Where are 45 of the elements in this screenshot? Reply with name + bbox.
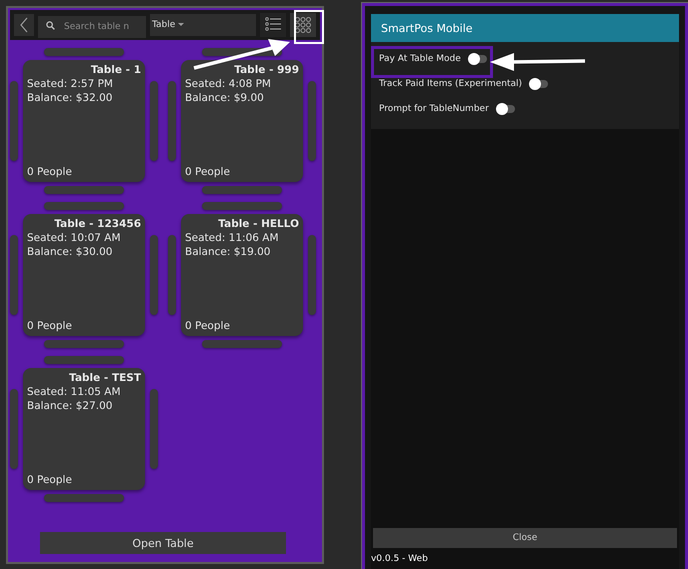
highlight-frame <box>294 10 324 44</box>
seated-time: Seated: 10:07 AM <box>27 232 122 244</box>
people-count: 0 People <box>27 166 73 178</box>
balance: Balance: $32.00 <box>27 92 114 104</box>
version-label: v0.0.5 - Web <box>370 554 429 566</box>
balance: Balance: $27.00 <box>27 400 114 412</box>
balance: Balance: $30.00 <box>27 246 114 258</box>
table-name: Table - HELLO <box>218 218 299 230</box>
balance: Balance: $9.00 <box>185 92 265 104</box>
seated-time: Seated: 2:57 PM <box>27 78 114 90</box>
seated-time: Seated: 4:08 PM <box>185 78 272 90</box>
setting-label: Pay At Table Mode <box>378 54 461 64</box>
table-card[interactable]: Table - 999 Seated: 4:08 PM Balance: $9.00 0 People <box>181 60 303 182</box>
people-count: 0 People <box>27 320 73 332</box>
chevron-left-icon <box>19 17 29 33</box>
seated-time: Seated: 11:06 AM <box>185 232 280 244</box>
table-name: Table - 123456 <box>54 218 141 230</box>
table-card[interactable]: Table - HELLO Seated: 11:06 AM Balance: $19.00 0 People <box>181 214 303 336</box>
toggle-switch[interactable] <box>468 54 487 62</box>
table-card[interactable]: Table - TEST Seated: 11:05 AM Balance: $27.00 0 People <box>23 368 145 490</box>
back-button[interactable] <box>14 14 34 36</box>
people-count: 0 People <box>185 166 231 178</box>
people-count: 0 People <box>185 320 231 332</box>
toggle-switch[interactable] <box>496 104 515 112</box>
filter-dropdown[interactable]: Table <box>150 14 256 36</box>
caret-icon <box>178 23 184 27</box>
grid-icon <box>294 17 311 33</box>
list-icon <box>264 17 281 33</box>
table-name: Table - TEST <box>69 372 141 384</box>
toggle-switch[interactable] <box>530 80 548 88</box>
dialog-title: SmartPos Mobile <box>370 14 679 42</box>
search-field[interactable]: Search table n <box>38 16 146 38</box>
close-button[interactable]: Close <box>372 528 677 548</box>
balance: Balance: $19.00 <box>185 246 272 258</box>
open-table-button[interactable]: Open Table <box>40 532 286 554</box>
setting-label: Track Paid Items (Experimental) <box>378 78 522 88</box>
view-button[interactable] <box>290 13 316 37</box>
table-name: Table - 1 <box>90 64 141 76</box>
setting-label: Prompt for TableNumber <box>378 104 489 114</box>
view-button[interactable] <box>260 13 286 37</box>
people-count: 0 People <box>27 474 73 486</box>
table-card[interactable]: Table - 1 Seated: 2:57 PM Balance: $32.00 0 People <box>23 60 145 182</box>
seated-time: Seated: 11:05 AM <box>27 386 122 398</box>
table-card[interactable]: Table - 123456 Seated: 10:07 AM Balance: $30.00 0 People <box>23 214 145 336</box>
table-name: Table - 999 <box>234 64 299 76</box>
